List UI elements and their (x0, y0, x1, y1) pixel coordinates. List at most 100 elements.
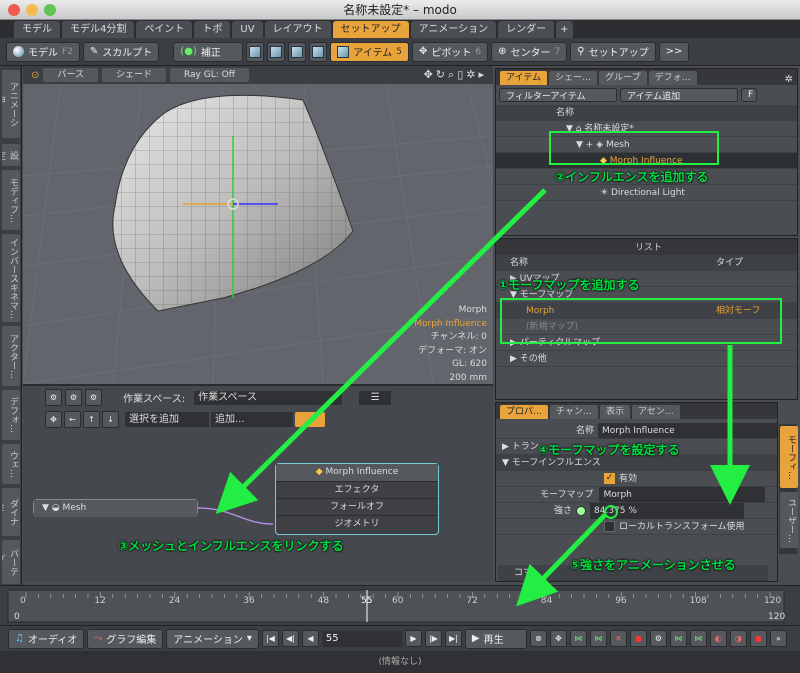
key-delete-icon[interactable]: ✕ (609, 630, 627, 647)
tab-paint[interactable]: ペイント (136, 21, 193, 38)
viewport-dot-icon[interactable]: ⊙ (31, 70, 39, 81)
side-tab-modifier[interactable]: モディフ… (2, 170, 20, 230)
key-settings-icon[interactable]: ⚙ (649, 630, 667, 647)
3d-viewport[interactable]: ⊙ パース シェード Ray GL: Off ✥↻⌕▯✲▸ Morph Morp… (23, 66, 493, 384)
side-tab-animation[interactable]: アニメーショ… (2, 70, 20, 138)
side-tab-particles[interactable]: パーティ… (2, 540, 20, 584)
tab-assembly[interactable]: アセン… (631, 405, 680, 419)
side-tab-actor[interactable]: アクター… (2, 326, 20, 386)
name-field[interactable]: Morph Influence (598, 423, 777, 438)
side-tab-user[interactable]: ユーザー… (780, 492, 798, 548)
node-input-geometry[interactable]: ジオメトリ (276, 515, 438, 532)
node-input-falloff[interactable]: フォールオフ (276, 498, 438, 515)
sculpt-mode-button[interactable]: ✎ スカルプト (82, 41, 160, 62)
tab-groups[interactable]: グループ (599, 71, 647, 85)
transport-more-icon[interactable]: » (769, 630, 787, 647)
tab-items[interactable]: アイテム (500, 71, 548, 85)
side-tab-deform[interactable]: デフォ… (2, 390, 20, 440)
add-item-menu[interactable]: アイテム追加 (620, 88, 738, 102)
correct-button[interactable]: (●) 補正 (173, 41, 244, 62)
side-tab-ik[interactable]: インバースキネマ… (2, 234, 20, 322)
list-row-other[interactable]: ▶ その他 (496, 351, 797, 367)
gear-icon[interactable]: ✲ (466, 68, 478, 81)
shade-menu[interactable]: シェード (101, 68, 166, 82)
zoom-icon[interactable]: ⌕ (448, 68, 457, 81)
fit-icon[interactable]: ▯ (457, 68, 466, 81)
filter-items-menu[interactable]: フィルターアイテム (499, 88, 617, 102)
perspective-menu[interactable]: パース (43, 68, 98, 82)
tab-setup[interactable]: セットアップ (332, 21, 409, 38)
key-remove-icon[interactable]: ◑ (729, 630, 747, 647)
tab-layout[interactable]: レイアウト (264, 21, 331, 38)
key-left-icon[interactable]: ⋈ (569, 630, 587, 647)
morph-influence-node[interactable]: ◆ Morph Influence エフェクタ フォールオフ ジオメトリ (275, 463, 439, 535)
tab-properties[interactable]: プロパ… (500, 405, 549, 419)
record-mode-icon[interactable]: ⊗ (529, 630, 547, 647)
side-tab-morph[interactable]: モーフィ… (780, 426, 798, 488)
close-window-button[interactable] (8, 4, 20, 16)
mesh-node[interactable]: ▼ ◒ Mesh (33, 499, 198, 517)
morph-map-select[interactable]: Morph (599, 487, 766, 502)
key-right-icon[interactable]: ⋈ (589, 630, 607, 647)
prev-key-icon[interactable]: ◀| (281, 630, 299, 647)
edge-mode-button[interactable] (267, 41, 286, 62)
next-key-icon[interactable]: |▶ (424, 630, 442, 647)
item-row-light[interactable]: ☀ Directional Light (496, 185, 797, 201)
zoom-window-button[interactable] (44, 4, 56, 16)
key-add-icon[interactable]: ◐ (709, 630, 727, 647)
timeline-tick-label: 55 (361, 596, 373, 606)
tab-model[interactable]: モデル (14, 21, 60, 38)
next-frame-icon[interactable]: ▶ (404, 630, 422, 647)
center-mode-button[interactable]: ⊕ センター 7 (491, 41, 568, 62)
model-mode-button[interactable]: モデル F2 (6, 41, 80, 62)
side-tab-settings[interactable]: 設定 (2, 144, 20, 166)
side-tab-weight[interactable]: ウェ… (2, 444, 20, 484)
tab-topo[interactable]: トポ (194, 21, 231, 38)
strength-keyframe-icon[interactable] (576, 505, 587, 516)
filter-f-button[interactable]: F (741, 88, 757, 102)
pan-icon[interactable]: ✥ (424, 68, 436, 81)
record-icon[interactable]: ● (629, 630, 647, 647)
more-tools-button[interactable]: >> (658, 41, 690, 62)
key-next-icon[interactable]: ⋈ (689, 630, 707, 647)
tab-render[interactable]: レンダー (498, 21, 555, 38)
tab-uv[interactable]: UV (232, 21, 263, 38)
node-input-effector[interactable]: エフェクタ (276, 481, 438, 498)
tab-deformers[interactable]: デフォ… (648, 71, 697, 85)
pivot-mode-button[interactable]: ✥ ピボット 6 (412, 41, 489, 62)
key-record-icon[interactable]: ● (749, 630, 767, 647)
audio-button[interactable]: ♫ オーディオ (8, 628, 85, 649)
current-frame-field[interactable]: 55 (321, 630, 402, 647)
polygon-mode-button[interactable] (288, 41, 307, 62)
key-prev-icon[interactable]: ⋈ (669, 630, 687, 647)
tab-shader[interactable]: シェー… (549, 71, 598, 85)
setup-mode-button[interactable]: ⚲ セットアップ (570, 41, 656, 62)
auto-key-icon[interactable]: ✥ (549, 630, 567, 647)
go-start-icon[interactable]: |◀ (261, 630, 279, 647)
timeline[interactable]: 0 12 24 36 48 55 60 72 84 96 108 120 0 120 (0, 585, 800, 625)
rotate-icon[interactable]: ↻ (436, 68, 448, 81)
panel-gear-icon[interactable]: ✲ (785, 74, 793, 85)
raygl-toggle[interactable]: Ray GL: Off (169, 68, 249, 82)
tab-animation[interactable]: アニメーション (410, 21, 497, 38)
tab-channels[interactable]: チャン… (550, 405, 598, 419)
expand-icon[interactable]: ▸ (478, 68, 487, 81)
morph-map-row: モーフマップ Morph (496, 487, 777, 503)
play-button[interactable]: ▶ 再生 (464, 628, 527, 649)
annotation-step-5: ⑤強さをアニメーションさせる (570, 558, 736, 572)
local-transform-checkbox[interactable] (604, 521, 615, 532)
prev-frame-icon[interactable]: ◀ (301, 630, 319, 647)
tab-display[interactable]: 表示 (599, 405, 630, 419)
timeline-tick-label: 108 (689, 596, 707, 606)
animation-menu[interactable]: アニメーション ▾ (166, 628, 259, 649)
tab-model-quad[interactable]: モデル4分割 (62, 21, 135, 38)
material-mode-button[interactable] (309, 41, 328, 62)
go-end-icon[interactable]: ▶| (444, 630, 462, 647)
side-tab-dynamics[interactable]: ダイナミ… (2, 488, 20, 536)
graph-editor-button[interactable]: ⤳ グラフ編集 (87, 628, 164, 649)
vertex-mode-button[interactable] (246, 41, 265, 62)
item-mode-button[interactable]: アイテム 5 (330, 41, 410, 62)
enable-checkbox[interactable]: ✓ (604, 473, 615, 484)
minimize-window-button[interactable] (26, 4, 38, 16)
add-tab-icon[interactable]: + (556, 21, 573, 38)
